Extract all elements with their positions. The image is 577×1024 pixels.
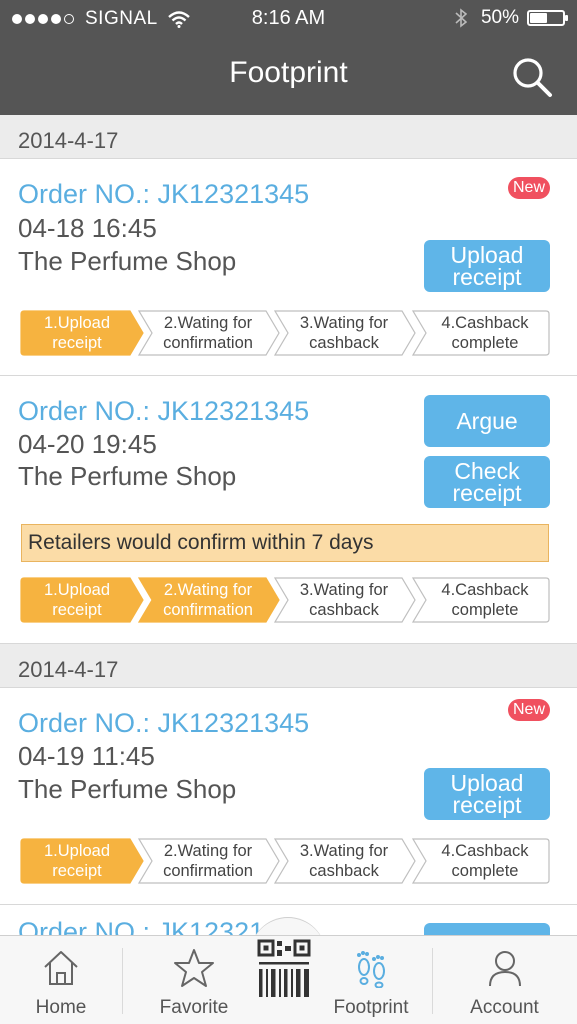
order-time: 04-19 11:45	[18, 741, 155, 771]
upload-receipt-button[interactable]: Upload receipt	[424, 768, 550, 820]
order-card: Order NO.: JK12321345 04-19 11:45 The Pe…	[0, 688, 577, 905]
progress-step: 3.Wating for cashback	[274, 838, 416, 884]
progress-step-label: 3.Wating for cashback	[299, 842, 389, 880]
progress-step: 1.Upload receipt	[20, 577, 144, 623]
new-badge: New	[508, 177, 550, 199]
account-icon	[488, 951, 521, 987]
progress-step-label: 2.Wating for confirmation	[163, 842, 253, 880]
star-icon	[174, 949, 214, 987]
progress-step: 4.Cashback complete	[412, 310, 550, 356]
tab-account[interactable]: Account	[432, 936, 577, 1024]
top-bar: SIGNAL 8:16 AM 50% Footprint	[0, 0, 577, 115]
progress-step: 2.Wating for confirmation	[138, 577, 280, 623]
progress-step: 4.Cashback complete	[412, 577, 550, 623]
screen: SIGNAL 8:16 AM 50% Footprint 2014-4-17 O…	[0, 0, 577, 1024]
progress-step: 1.Upload receipt	[20, 310, 144, 356]
tab-label: Home	[35, 997, 87, 1018]
order-number[interactable]: Order NO.: JK12321345	[18, 179, 309, 210]
upload-receipt-button[interactable]: Upload receipt	[424, 240, 550, 292]
search-icon[interactable]	[511, 56, 553, 98]
status-bar: SIGNAL 8:16 AM 50%	[0, 0, 577, 38]
progress-step-label: 2.Wating for confirmation	[163, 581, 253, 619]
tab-label: Account	[470, 997, 539, 1018]
shop-name: The Perfume Shop	[18, 461, 237, 491]
progress-step-label: 1.Upload receipt	[43, 314, 111, 352]
order-number[interactable]: Order NO.: JK12321345	[18, 708, 309, 739]
date-header: 2014-4-17	[0, 115, 577, 159]
shop-name: The Perfume Shop	[18, 774, 237, 804]
progress-step-label: 2.Wating for confirmation	[163, 314, 253, 352]
order-time: 04-20 19:45	[18, 429, 157, 459]
progress-step: 2.Wating for confirmation	[138, 838, 280, 884]
argue-button[interactable]: Argue	[424, 395, 550, 447]
progress-steps: 1.Upload receipt 2.Wating for confirmatio…	[20, 310, 550, 356]
progress-step-label: 3.Wating for cashback	[299, 314, 389, 352]
order-number[interactable]: Order NO.: JK12321...	[18, 917, 287, 935]
tab-label: Footprint	[333, 997, 409, 1018]
order-card: Order NO.: JK12321345 04-20 19:45 The Pe…	[0, 376, 577, 644]
progress-step: 4.Cashback complete	[412, 838, 550, 884]
order-number[interactable]: Order NO.: JK12321345	[18, 396, 309, 427]
progress-step: 3.Wating for cashback	[274, 577, 416, 623]
home-icon	[44, 951, 78, 985]
date-header: 2014-4-17	[0, 644, 577, 688]
tab-favorite[interactable]: Favorite	[122, 936, 266, 1024]
qr-scan-icon[interactable]	[256, 938, 312, 1000]
tab-home[interactable]: Home	[0, 936, 122, 1024]
page-title: Footprint	[229, 56, 348, 89]
order-action-button[interactable]	[424, 923, 550, 935]
progress-step-label: 4.Cashback complete	[441, 581, 529, 619]
progress-step: 1.Upload receipt	[20, 838, 144, 884]
order-time: 04-18 16:45	[18, 213, 157, 243]
progress-step: 2.Wating for confirmation	[138, 310, 280, 356]
progress-step-label: 1.Upload receipt	[43, 842, 111, 880]
progress-step-label: 3.Wating for cashback	[299, 581, 389, 619]
tab-footprint[interactable]: Footprint	[310, 936, 432, 1024]
order-card: Order NO.: JK12321345 04-18 16:45 The Pe…	[0, 159, 577, 376]
check-receipt-button[interactable]: Check receipt	[424, 456, 550, 508]
progress-step-label: 4.Cashback complete	[441, 314, 529, 352]
bluetooth-icon	[455, 8, 467, 28]
progress-step: 3.Wating for cashback	[274, 310, 416, 356]
footprint-icon	[357, 951, 385, 988]
battery-percent: 50%	[480, 7, 519, 28]
progress-step-label: 4.Cashback complete	[441, 842, 529, 880]
progress-steps: 1.Upload receipt 2.Wating for confirmatio…	[20, 838, 550, 884]
shop-name: The Perfume Shop	[18, 246, 237, 276]
new-badge: New	[508, 699, 550, 721]
tab-label: Favorite	[159, 997, 229, 1018]
notice-banner: Retailers would confirm within 7 days	[21, 524, 549, 562]
progress-step-label: 1.Upload receipt	[43, 581, 111, 619]
progress-steps: 1.Upload receipt 2.Wating for confirmatio…	[20, 577, 550, 623]
order-list[interactable]: 2014-4-17 Order NO.: JK12321345 04-18 16…	[0, 115, 577, 935]
battery-icon	[527, 10, 568, 26]
